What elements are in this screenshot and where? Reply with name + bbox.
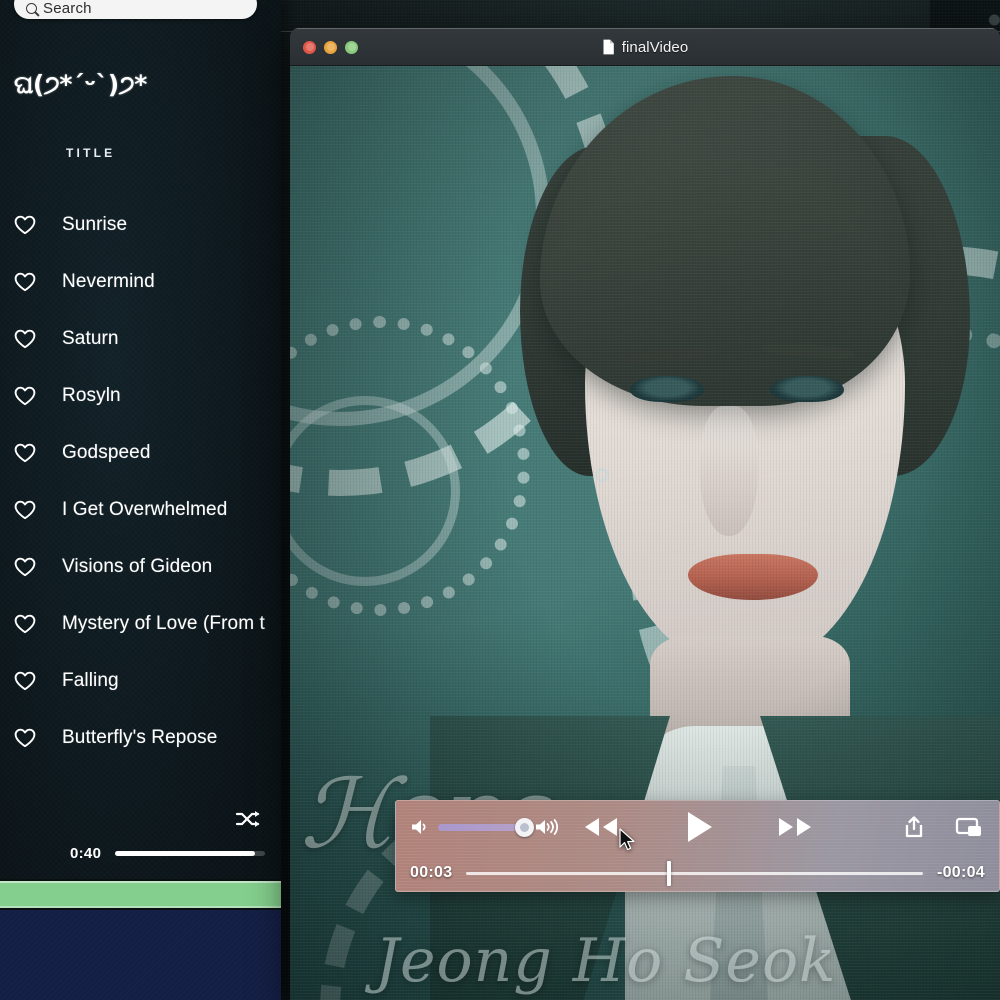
zoom-button[interactable] — [345, 40, 358, 54]
heart-icon[interactable] — [14, 500, 36, 520]
shuffle-button[interactable] — [235, 809, 261, 829]
track-list: Sunrise Nevermind Saturn Rosyln Godspeed I Ge… — [0, 196, 281, 766]
track-row[interactable]: Saturn — [0, 310, 281, 367]
track-title: Saturn — [62, 327, 119, 349]
window-traffic-lights — [303, 40, 358, 54]
track-row[interactable]: Mystery of Love (From t — [0, 595, 281, 652]
rewind-icon[interactable] — [579, 815, 621, 839]
blue-accent-band — [0, 910, 281, 1000]
video-progress-knob[interactable] — [667, 860, 672, 886]
window-title: finalVideo — [621, 38, 689, 56]
track-title: Nevermind — [62, 270, 155, 292]
track-row[interactable]: Godspeed — [0, 424, 281, 481]
track-title: Sunrise — [62, 213, 128, 235]
green-accent-band — [0, 879, 281, 910]
heart-icon[interactable] — [14, 728, 36, 748]
player-controls-row — [396, 801, 999, 853]
heart-icon[interactable] — [14, 272, 36, 292]
search-input[interactable]: Search — [14, 0, 257, 19]
heart-icon[interactable] — [14, 614, 36, 634]
track-row[interactable]: Rosyln — [0, 367, 281, 424]
fast-forward-icon[interactable] — [775, 815, 817, 839]
music-progress-fill — [115, 851, 255, 856]
window-title-group: finalVideo — [290, 39, 1000, 56]
volume-high-icon[interactable] — [534, 817, 564, 837]
shuffle-icon — [235, 811, 260, 827]
video-player-controls: 00:03 -00:04 — [395, 800, 1000, 892]
track-row[interactable]: Butterfly's Repose — [0, 709, 281, 766]
video-elapsed-time: 00:03 — [410, 864, 453, 881]
picture-in-picture-icon[interactable] — [955, 816, 983, 838]
video-player-window: finalVideo Jeong Ho Seok 00:03 -00:04 — [290, 28, 1000, 1000]
play-icon[interactable] — [679, 808, 717, 846]
share-icon[interactable] — [903, 815, 925, 839]
heart-icon[interactable] — [14, 386, 36, 406]
volume-slider-knob[interactable] — [515, 817, 534, 837]
track-row[interactable]: Visions of Gideon — [0, 538, 281, 595]
heart-icon[interactable] — [14, 215, 36, 235]
minimize-button[interactable] — [324, 40, 337, 54]
music-progress-slider[interactable] — [115, 851, 265, 856]
track-row[interactable]: Falling — [0, 652, 281, 709]
player-secondary-actions — [903, 815, 983, 839]
track-title: Falling — [62, 669, 119, 691]
track-title: I Get Overwhelmed — [62, 498, 228, 520]
track-title: Butterfly's Repose — [62, 726, 218, 748]
document-icon — [603, 39, 614, 55]
volume-slider[interactable] — [438, 817, 534, 837]
video-canvas[interactable]: ℋope Jeong Ho Seok — [290, 66, 1000, 1000]
search-placeholder: Search — [43, 0, 92, 17]
heart-icon[interactable] — [14, 329, 36, 349]
heart-icon[interactable] — [14, 557, 36, 577]
music-app-sidebar: Search ଘ(੭*ˊᵕˋ)੭* TITLE Sunrise Nevermind… — [0, 0, 281, 1000]
volume-control-group[interactable] — [410, 817, 564, 837]
track-row[interactable]: Nevermind — [0, 253, 281, 310]
column-header-title: TITLE — [66, 146, 116, 160]
track-title: Visions of Gideon — [62, 555, 213, 577]
track-row[interactable]: I Get Overwhelmed — [0, 481, 281, 538]
video-remaining-time: -00:04 — [936, 864, 985, 881]
heart-icon[interactable] — [14, 671, 36, 691]
window-titlebar[interactable]: finalVideo — [290, 28, 1000, 66]
track-row[interactable]: Sunrise — [0, 196, 281, 253]
search-icon — [26, 3, 37, 14]
track-title: Mystery of Love (From t — [62, 612, 265, 634]
music-progress-row: 0:40 — [0, 845, 281, 862]
volume-low-icon[interactable] — [410, 817, 432, 837]
heart-icon[interactable] — [14, 443, 36, 463]
track-title: Godspeed — [62, 441, 151, 463]
video-progress-slider[interactable] — [466, 860, 923, 886]
track-title: Rosyln — [62, 384, 121, 406]
page-title: ଘ(੭*ˊᵕˋ)੭* — [14, 70, 147, 99]
player-progress-row: 00:03 -00:04 — [396, 853, 999, 891]
music-elapsed-time: 0:40 — [70, 845, 102, 862]
close-button[interactable] — [303, 40, 316, 54]
